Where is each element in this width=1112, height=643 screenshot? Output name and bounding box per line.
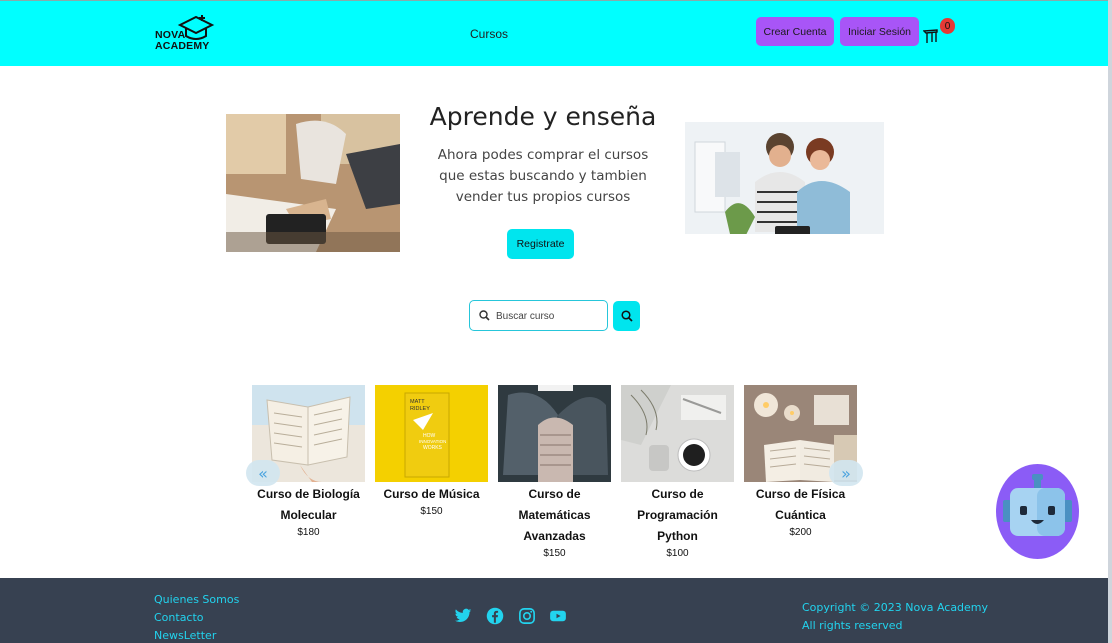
youtube-icon[interactable] [549, 607, 567, 625]
copyright-text: Copyright © 2023 Nova Academy [802, 601, 989, 614]
rights-text: All rights reserved [802, 619, 903, 632]
course-image-yellow-book-cover: MATT RIDLEY HOW INNOVATION WORKS [375, 385, 488, 482]
hero-description: Ahora podes comprar el cursos que estas … [437, 147, 649, 205]
facebook-icon[interactable] [486, 607, 504, 625]
top-navbar: NOVA ACADEMY Cursos Crear Cuenta Iniciar… [0, 0, 1108, 66]
footer: Quienes Somos Contacto NewsLetter Copyri… [0, 578, 1108, 643]
robot-icon [1003, 474, 1072, 536]
search-field[interactable] [469, 300, 608, 331]
book-cover-text: WORKS [423, 445, 443, 451]
twitter-icon[interactable] [454, 607, 472, 625]
search-icon [479, 310, 490, 321]
search-icon [620, 310, 633, 322]
course-title: Curso de Física Cuántica [755, 487, 846, 522]
search-input[interactable] [496, 307, 602, 325]
logo-text: NOVA ACADEMY [155, 29, 210, 52]
course-price: $200 [789, 527, 812, 538]
cart-count-badge: 0 [940, 18, 955, 34]
book-cover-text: RIDLEY [410, 406, 430, 412]
chatbot-button[interactable] [996, 464, 1079, 559]
carousel-next-button[interactable]: » [829, 460, 863, 486]
page-scrollbar[interactable] [1108, 0, 1112, 643]
cart-icon[interactable] [923, 27, 939, 45]
course-price: $100 [666, 548, 689, 559]
instagram-icon[interactable] [518, 607, 536, 625]
course-title: Curso de Matemáticas Avanzadas [518, 487, 591, 543]
hero-image-couple-computer [685, 122, 884, 244]
footer-link-newsletter[interactable]: NewsLetter [154, 629, 216, 642]
course-price: $150 [420, 506, 443, 517]
footer-link-contacto[interactable]: Contacto [154, 611, 204, 624]
course-image-coffee-flatlay [621, 385, 734, 482]
hero-image-student-writing [226, 114, 400, 252]
nav-cursos-link[interactable]: Cursos [470, 27, 508, 41]
search-button[interactable] [613, 301, 640, 331]
course-image-sweater-knees [498, 385, 611, 482]
registrate-button[interactable]: Registrate [507, 229, 574, 259]
book-cover-text: MATT [410, 399, 425, 405]
iniciar-sesion-button[interactable]: Iniciar Sesión [840, 17, 919, 46]
course-title: Curso de Biología Molecular [257, 487, 360, 522]
course-price: $180 [297, 527, 320, 538]
nova-academy-logo[interactable]: NOVA ACADEMY [155, 13, 219, 57]
course-price: $150 [543, 548, 566, 559]
footer-link-quienes-somos[interactable]: Quienes Somos [154, 593, 239, 606]
hero-title: Aprende y enseña [429, 102, 657, 131]
course-card[interactable]: Curso de Matemáticas Avanzadas $150 [498, 385, 611, 559]
course-title: Curso de Música [383, 487, 480, 501]
book-cover-text: INNOVATION [419, 439, 446, 444]
carousel-prev-button[interactable]: « [246, 460, 280, 486]
crear-cuenta-button[interactable]: Crear Cuenta [756, 17, 834, 46]
course-card[interactable]: Curso de Programación Python $100 [621, 385, 734, 559]
course-title: Curso de Programación Python [637, 487, 718, 543]
course-card[interactable]: MATT RIDLEY HOW INNOVATION WORKS Curso d… [375, 385, 488, 517]
